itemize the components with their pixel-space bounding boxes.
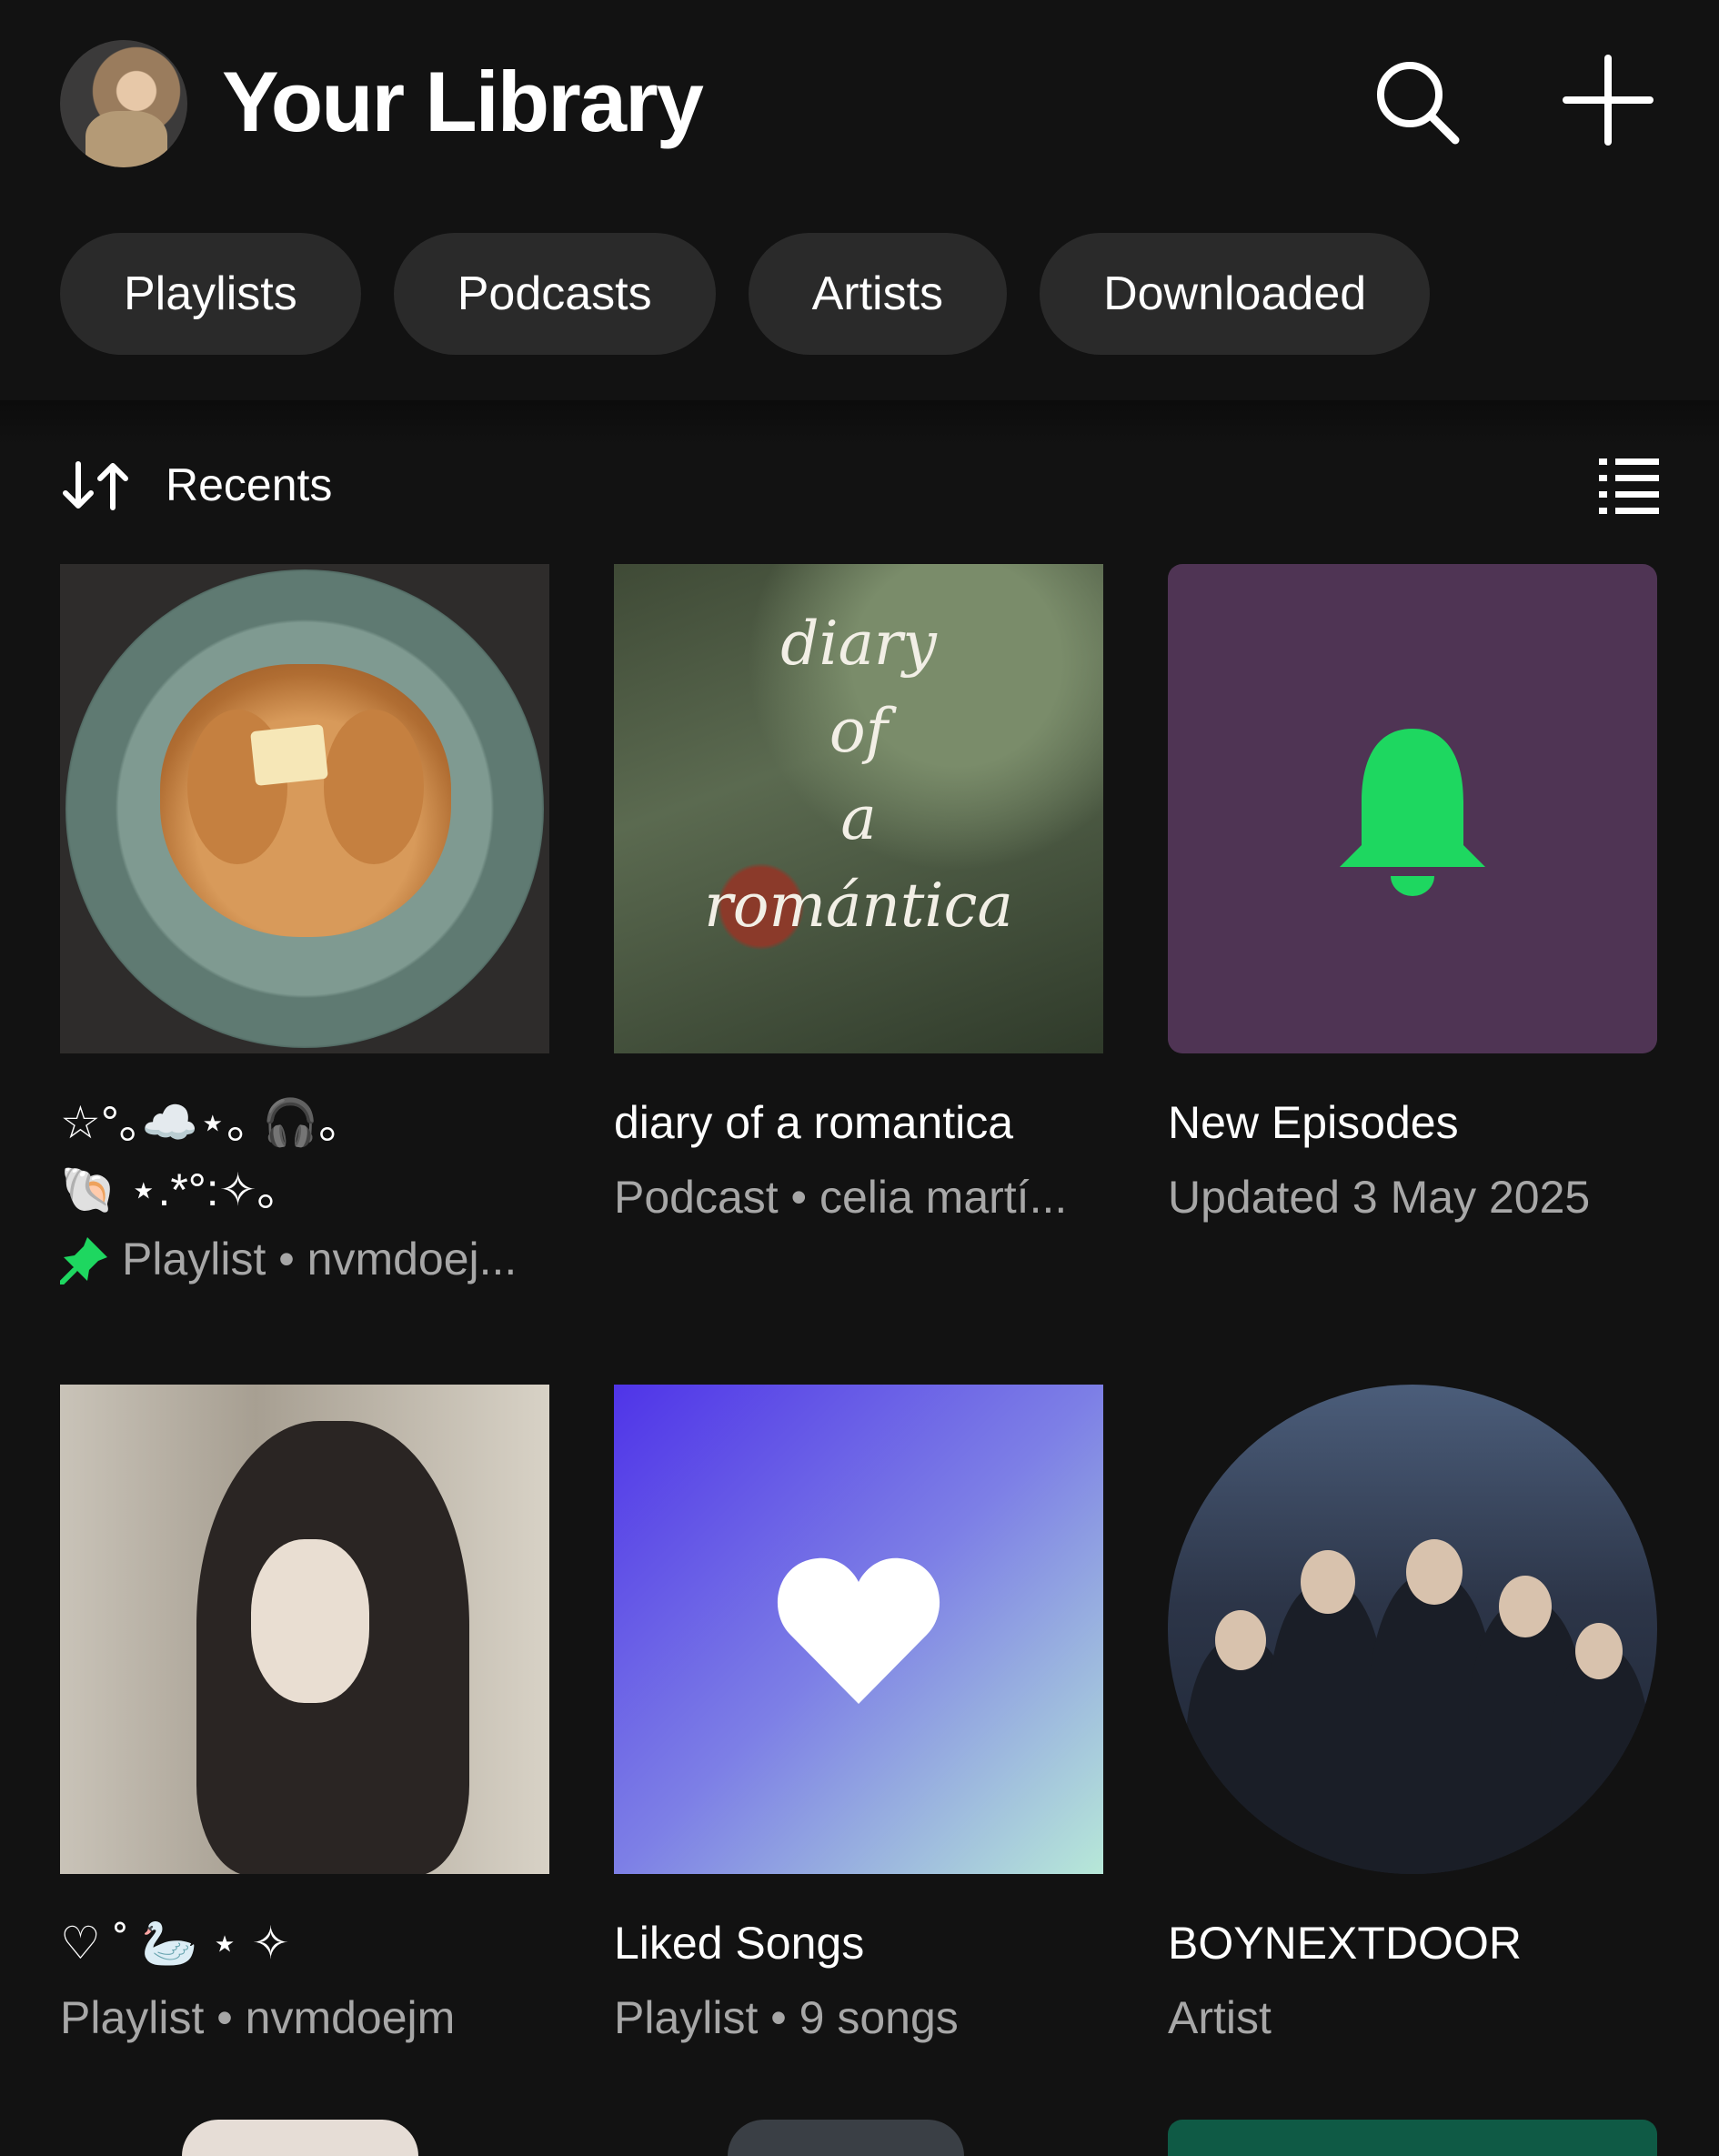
item-subtitle: Artist: [1168, 1992, 1272, 2043]
sort-label[interactable]: Recents: [166, 458, 332, 511]
library-item-liked-songs[interactable]: Liked Songs Playlist • 9 songs: [614, 1385, 1103, 2045]
item-subtitle: Updated 3 May 2025: [1168, 1172, 1591, 1223]
library-item-playlist-pancake[interactable]: ☆°｡☁️⋆｡ 🎧｡ 🐚 ⋆.*°:✧｡ Playlist • nvmdoej.…: [60, 564, 549, 1286]
item-subtitle: Podcast • celia martí...: [614, 1172, 1068, 1223]
sort-bar: Recents: [60, 455, 1659, 519]
bell-icon: [1340, 729, 1485, 896]
next-item-peek: [182, 2120, 418, 2156]
item-title: ☆°｡☁️⋆｡ 🎧｡: [60, 1097, 342, 1148]
cover-text-word-3: a: [840, 783, 877, 853]
sort-button[interactable]: [60, 458, 133, 518]
item-title: diary of a romantica: [614, 1097, 1014, 1148]
library-item-playlist-swan[interactable]: ♡ ˚ 🦢 ⋆ ✧ Playlist • nvmdoejm: [60, 1385, 549, 2045]
filter-playlists[interactable]: Playlists: [60, 233, 361, 355]
cover-text-word-1: diary: [780, 609, 937, 679]
sort-arrows-icon: [63, 461, 128, 510]
plus-icon: [1563, 55, 1654, 146]
item-title: BOYNEXTDOOR: [1168, 1918, 1522, 1969]
episodes-cover: [1168, 564, 1657, 1053]
podcast-cover: diary of a romántica: [614, 564, 1103, 1053]
profile-avatar[interactable]: [60, 40, 187, 167]
playlist-cover: [60, 564, 549, 1053]
filter-artists[interactable]: Artists: [748, 233, 1008, 355]
search-icon: [1377, 62, 1460, 145]
library-header: Your Library: [0, 0, 1719, 173]
artist-image: [1168, 1385, 1657, 1874]
filter-chips: Playlists Podcasts Artists Downloaded: [60, 233, 1431, 355]
cover-text-word-4: romántica: [704, 871, 1013, 941]
item-title: ♡ ˚ 🦢 ⋆ ✧: [60, 1918, 290, 1969]
library-item-artist-boynextdoor[interactable]: BOYNEXTDOOR Artist: [1168, 1385, 1657, 2045]
pin-icon: [60, 1237, 107, 1285]
add-button[interactable]: [1563, 55, 1654, 146]
cover-text-word-2: of: [829, 696, 889, 766]
next-item-peek: [728, 2120, 964, 2156]
filter-downloaded[interactable]: Downloaded: [1040, 233, 1431, 355]
playlist-cover: [60, 1385, 549, 1874]
item-title-line2: 🐚 ⋆.*°:✧｡: [60, 1164, 280, 1215]
item-subtitle: Playlist • 9 songs: [614, 1992, 959, 2043]
filter-podcasts[interactable]: Podcasts: [393, 233, 716, 355]
liked-songs-cover: [614, 1385, 1103, 1874]
item-subtitle: Playlist • nvmdoej...: [122, 1234, 518, 1285]
item-title: New Episodes: [1168, 1097, 1459, 1148]
item-subtitle: Playlist • nvmdoejm: [60, 1992, 456, 2043]
library-item-podcast-diary[interactable]: diary of a romántica diary of a romantic…: [614, 564, 1103, 1224]
item-title: Liked Songs: [614, 1918, 865, 1969]
page-title: Your Library: [222, 54, 704, 149]
next-item-peek: [1168, 2120, 1657, 2156]
header-divider: [0, 400, 1719, 446]
heart-icon: [777, 1557, 940, 1704]
list-view-icon: [1599, 458, 1659, 514]
view-toggle-button[interactable]: [1599, 455, 1659, 519]
library-item-new-episodes[interactable]: New Episodes Updated 3 May 2025: [1168, 564, 1657, 1224]
search-button[interactable]: [1370, 55, 1461, 146]
